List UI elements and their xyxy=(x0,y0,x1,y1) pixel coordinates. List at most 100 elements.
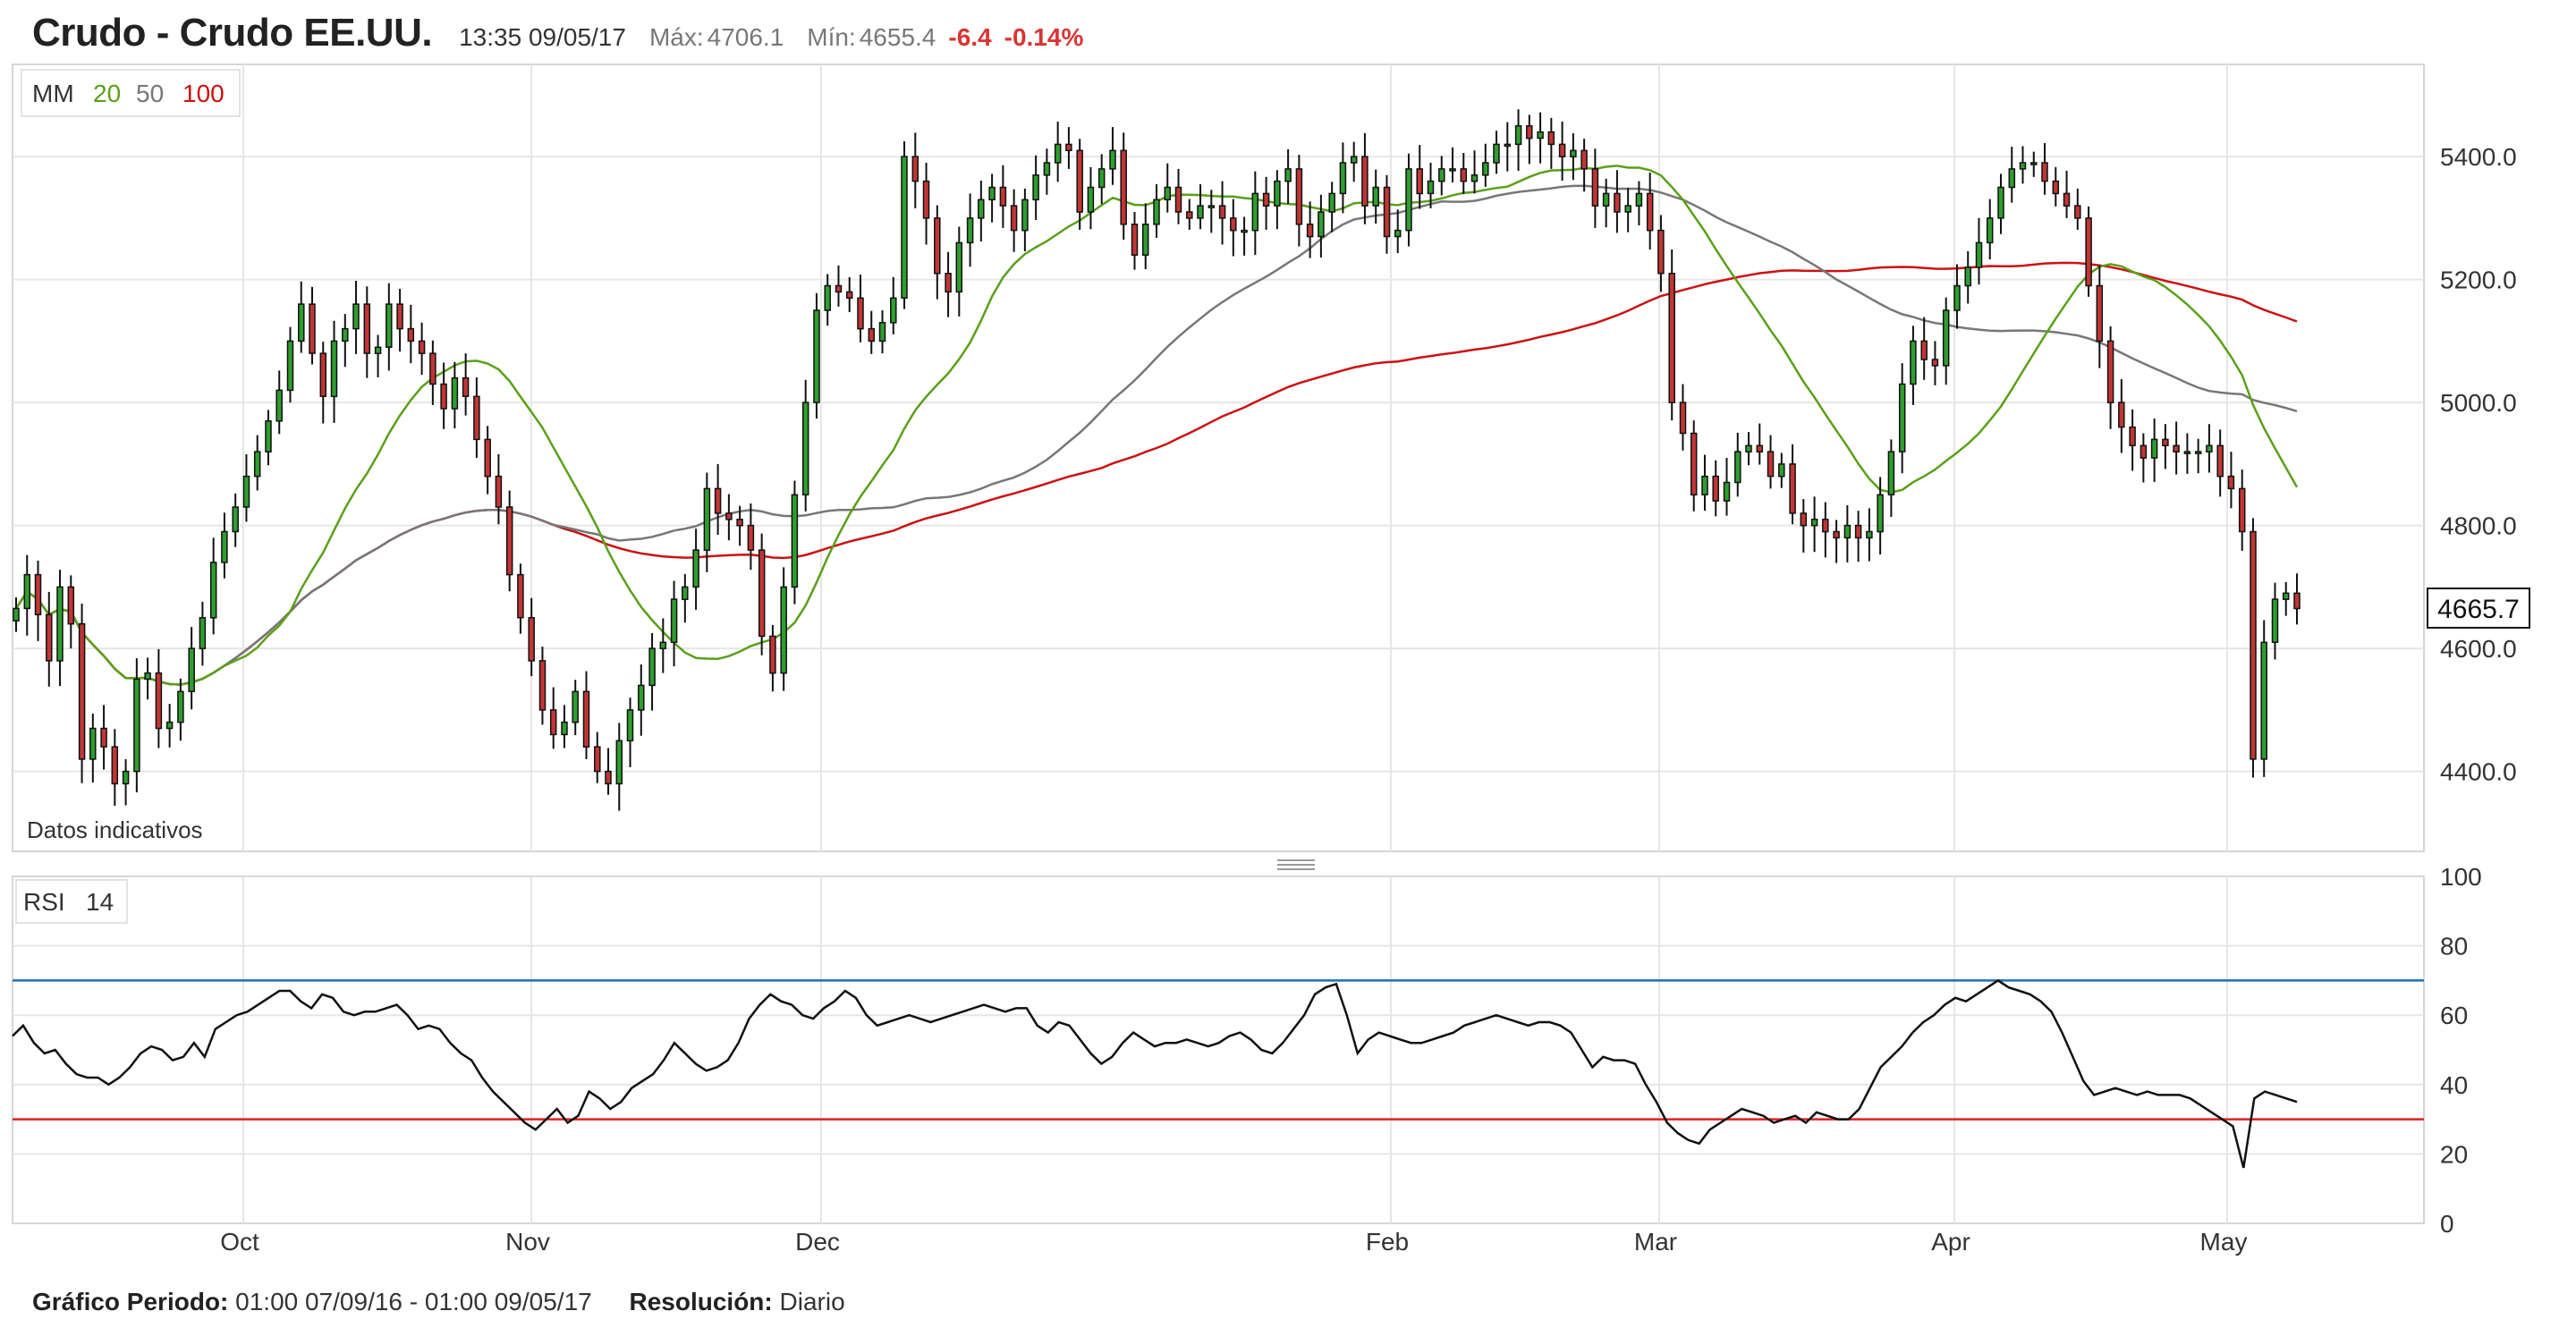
candle-down xyxy=(1383,186,1391,238)
candle-down xyxy=(758,549,766,638)
candle-up xyxy=(342,327,349,343)
price-panel-border xyxy=(12,63,2425,852)
candle-down xyxy=(922,180,930,219)
candle-down xyxy=(78,622,86,760)
candle-down xyxy=(2118,402,2125,428)
rsi-y-tick-label: 80 xyxy=(2440,933,2468,960)
candle-up xyxy=(2030,162,2038,165)
rsi-y-tick-label: 0 xyxy=(2440,1210,2454,1238)
candle-up xyxy=(1372,186,1379,207)
candle-down xyxy=(1131,224,1139,256)
x-tick-label: Oct xyxy=(220,1228,259,1256)
candle-up xyxy=(1701,475,1708,495)
candle-up xyxy=(1997,186,2004,219)
candle-down xyxy=(1668,273,1675,403)
rsi-period: 14 xyxy=(86,888,114,916)
candle-up xyxy=(275,389,283,422)
candle-up xyxy=(1438,168,1445,182)
candle-down xyxy=(857,297,864,330)
candle-up xyxy=(144,672,151,681)
candle-down xyxy=(34,573,42,616)
candle-up xyxy=(265,420,272,453)
candle-down xyxy=(1833,530,1840,539)
candle-down xyxy=(440,383,447,410)
candle-down xyxy=(111,746,119,785)
rsi-legend-label: RSI xyxy=(23,888,65,916)
candle-up xyxy=(1482,162,1489,176)
candle-down xyxy=(999,186,1007,207)
price-chart[interactable]: Oct Nov Dec Feb Mar Apr May 4400.0 4600.0 4800.0 5… xyxy=(0,0,2576,1328)
candle-down xyxy=(1931,359,1939,367)
candle-up xyxy=(89,727,97,760)
candle-up xyxy=(1021,199,1029,232)
candle-up xyxy=(692,549,699,588)
candle-up xyxy=(2271,598,2279,643)
candle-down xyxy=(714,487,722,514)
candle-up xyxy=(1493,143,1500,164)
candle-up xyxy=(2019,162,2027,170)
candle-down xyxy=(2096,284,2104,343)
candle-up xyxy=(955,241,963,293)
candle-up xyxy=(386,303,393,348)
rsi-y-tick-label: 60 xyxy=(2440,1002,2468,1029)
candle-up xyxy=(1537,131,1544,140)
price-y-tick-label: 5200.0 xyxy=(2440,266,2517,294)
candle-down xyxy=(1361,156,1368,207)
candle-down xyxy=(2106,340,2114,403)
candle-up xyxy=(1843,524,1852,539)
candle-up xyxy=(626,709,634,742)
last-price-value: 4665.7 xyxy=(2437,595,2520,624)
x-tick-label: Nov xyxy=(505,1228,550,1256)
rsi-y-tick-label: 100 xyxy=(2440,863,2482,891)
candle-up xyxy=(1394,229,1402,238)
candle-down xyxy=(2238,487,2246,533)
candle-down xyxy=(407,327,415,343)
candle-up xyxy=(703,487,711,551)
candle-down xyxy=(462,376,470,397)
candle-down xyxy=(1614,192,1621,213)
candle-up xyxy=(1810,519,1818,527)
candle-up xyxy=(253,451,261,478)
candle-down xyxy=(747,524,755,551)
candle-up xyxy=(242,475,250,508)
candle-up xyxy=(890,297,897,324)
candle-up xyxy=(1986,217,1994,244)
candle-up xyxy=(1602,192,1610,207)
candle-up xyxy=(615,740,623,785)
candle-up xyxy=(1866,530,1873,539)
candle-up xyxy=(298,303,305,343)
candle-up xyxy=(1898,383,1906,453)
candle-down xyxy=(1547,131,1555,146)
candle-up xyxy=(801,402,809,495)
axis-labels: Oct Nov Dec Feb Mar Apr May 4400.0 4600.0 4800.0 5… xyxy=(220,143,2516,1256)
period-value: 01:00 07/09/16 - 01:00 09/05/17 xyxy=(235,1288,592,1315)
candle-down xyxy=(495,475,503,508)
candle-down xyxy=(2041,162,2048,182)
candle-down xyxy=(1460,168,1468,182)
candle-up xyxy=(572,690,579,723)
candle-up xyxy=(2150,438,2158,459)
candle-up xyxy=(638,684,645,711)
candle-down xyxy=(2227,475,2235,490)
candle-up xyxy=(352,303,360,330)
ma-period-50: 50 xyxy=(136,80,164,107)
candle-down xyxy=(594,746,601,773)
candle-up xyxy=(2183,451,2191,454)
candle-up xyxy=(330,340,338,398)
candle-up xyxy=(1339,162,1347,195)
candle-down xyxy=(1186,211,1193,219)
candle-up xyxy=(2282,592,2290,600)
candle-down xyxy=(46,613,53,662)
candle-down xyxy=(1657,229,1665,275)
panel-resize-handle[interactable] xyxy=(1277,859,1315,870)
candle-up xyxy=(1449,168,1456,172)
candle-down xyxy=(582,690,590,748)
candle-down xyxy=(1076,149,1083,213)
candle-up xyxy=(1470,174,1479,182)
candle-down xyxy=(484,438,491,478)
candle-up xyxy=(1087,186,1095,213)
candle-down xyxy=(528,617,535,662)
candle-up xyxy=(682,586,689,600)
candle-down xyxy=(538,660,547,711)
candle-up xyxy=(232,506,239,533)
